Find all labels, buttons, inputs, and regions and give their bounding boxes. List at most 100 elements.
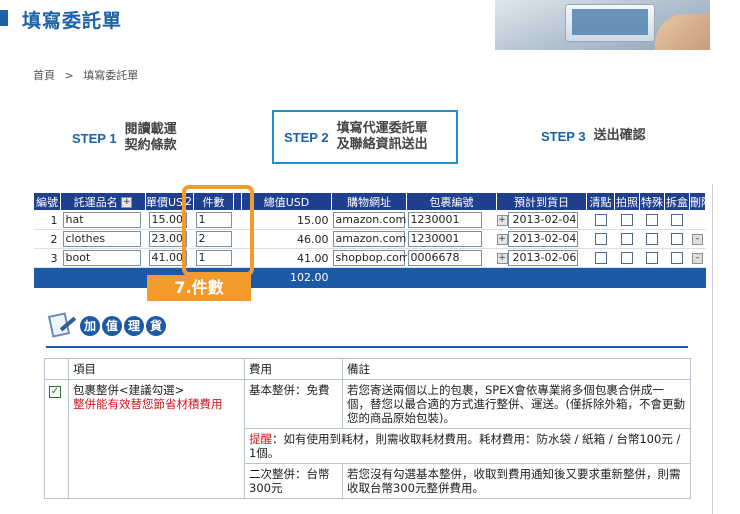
col-header-item: 託運品名 + xyxy=(60,192,146,211)
item-header-button[interactable]: + xyxy=(121,197,133,208)
row-number: 2 xyxy=(33,229,61,249)
date-picker-button[interactable]: + xyxy=(496,252,508,264)
unbox-checkbox[interactable] xyxy=(671,214,683,226)
row-number: 1 xyxy=(33,210,61,230)
breadcrumb: 首頁 > 填寫委託單 xyxy=(33,67,144,83)
grand-total-value: 102.00 xyxy=(241,267,332,288)
grand-total-row: 102.00 xyxy=(33,267,706,288)
package-number-input[interactable]: 1230001 xyxy=(407,212,482,228)
merge-item-benefit: 整併能有效替您節省材積費用 xyxy=(73,397,223,411)
special-checkbox[interactable] xyxy=(646,233,658,245)
breadcrumb-current: 填寫委託單 xyxy=(83,69,139,82)
value-added-char: 值 xyxy=(102,316,122,336)
form-pen-icon xyxy=(44,312,78,340)
service-table: 項目 費用 備註 ✓ 包裹整併<建議勾選> 整併能有效替您節省材積費用 基本整併… xyxy=(44,358,691,499)
step-2-active: STEP 2 填寫代運委託單 及聯絡資訊送出 xyxy=(272,110,458,164)
total-value: 41.00 xyxy=(241,248,332,268)
col-header-price: 單價USD xyxy=(145,192,184,211)
arrival-date-input[interactable]: 2013-02-04 xyxy=(507,212,578,228)
count-checkbox[interactable] xyxy=(594,233,607,245)
col-header-photo: 拍照 xyxy=(614,192,640,211)
photo-checkbox[interactable] xyxy=(621,233,633,245)
breadcrumb-home[interactable]: 首頁 xyxy=(33,69,55,82)
service-header-row: 項目 費用 備註 xyxy=(44,358,691,380)
laptop-image xyxy=(565,4,655,42)
unbox-checkbox[interactable] xyxy=(671,252,683,264)
date-picker-button[interactable]: + xyxy=(496,214,508,226)
delete-row-button[interactable]: - xyxy=(692,233,703,245)
basic-merge-note: 若您寄送兩個以上的包裹，SPEX會依專業將多個包裹合併成一個，替您以最合適的方式… xyxy=(342,379,691,429)
step-2-label: 填寫代運委託單 及聯絡資訊送出 xyxy=(336,121,428,152)
order-table: 編號 託運品名 + 單價USD 2 件數 總值USD 購物網址 包裹編號 預計到… xyxy=(33,192,706,288)
col-header-url: 購物網址 xyxy=(331,192,407,211)
photo-checkbox[interactable] xyxy=(621,214,633,226)
count-checkbox[interactable] xyxy=(594,214,607,226)
special-checkbox[interactable] xyxy=(646,252,658,264)
page-header: 填寫委託單 xyxy=(0,0,740,52)
col-header-no: 編號 xyxy=(33,192,61,211)
count-checkbox[interactable] xyxy=(594,252,607,264)
table-header-row: 編號 託運品名 + 單價USD 2 件數 總值USD 購物網址 包裹編號 預計到… xyxy=(33,192,706,211)
service-col-item: 項目 xyxy=(68,358,245,380)
step-1: STEP 1 閱讀載運 契約條款 xyxy=(72,122,177,154)
value-added-heading: 加 值 理 貨 xyxy=(44,312,166,340)
reminder-text: 提醒：如有使用到耗材，則需收取耗材費用。耗材費用：防水袋 / 紙箱 / 台幣10… xyxy=(244,428,691,464)
step-3-number: STEP 3 xyxy=(541,128,586,144)
col-header-total: 總值USD xyxy=(241,192,332,211)
value-added-char: 加 xyxy=(80,316,100,336)
basic-merge-fee: 基本整併：免費 xyxy=(244,379,343,429)
item-name-input[interactable]: boot xyxy=(62,250,141,266)
delete-row-button[interactable]: - xyxy=(692,252,703,264)
package-number-input[interactable]: 0006678 xyxy=(407,250,482,266)
col-header-unbox: 拆盒 xyxy=(664,192,690,211)
total-value: 15.00 xyxy=(241,210,332,230)
col-header-count: 清點 xyxy=(586,192,615,211)
hand-image xyxy=(655,14,710,50)
step-2-number: STEP 2 xyxy=(284,129,329,145)
item-name-input[interactable]: clothes xyxy=(62,231,141,247)
section-divider xyxy=(46,346,688,348)
col-header-package: 包裹編號 xyxy=(406,192,497,211)
merge-checkbox[interactable]: ✓ xyxy=(49,386,61,398)
value-added-char: 貨 xyxy=(146,316,166,336)
title-bar-accent xyxy=(0,10,8,26)
step-1-number: STEP 1 xyxy=(72,130,117,146)
second-merge-fee: 二次整併：台幣300元 xyxy=(244,463,343,499)
quantity-highlight-label: 7.件數 xyxy=(147,275,251,301)
content-border xyxy=(712,184,713,514)
table-row: 1 hat 15.00 1 15.00 amazon.com 1230001 +… xyxy=(33,210,706,230)
arrival-date-input[interactable]: 2013-02-04 xyxy=(507,231,578,247)
photo-checkbox[interactable] xyxy=(621,252,633,264)
order-table-wrap: 編號 託運品名 + 單價USD 2 件數 總值USD 購物網址 包裹編號 預計到… xyxy=(33,192,706,288)
breadcrumb-separator: > xyxy=(64,69,74,82)
value-added-char: 理 xyxy=(124,316,144,336)
step-3-label: 送出確認 xyxy=(593,128,646,143)
shop-url-input[interactable]: shopbop.com xyxy=(332,250,407,266)
step-3: STEP 3 送出確認 xyxy=(541,128,646,144)
unit-price-input[interactable]: 41.00 xyxy=(148,250,187,266)
second-merge-note: 若您沒有勾選基本整併，收取到費用通知後又要求重新整併，則需收取台幣300元整併費… xyxy=(342,463,691,499)
col-header-delete: 刪除 xyxy=(689,192,706,211)
table-row: 3 boot 41.00 1 41.00 shopbop.com 0006678… xyxy=(33,248,706,268)
total-value: 46.00 xyxy=(241,229,332,249)
date-picker-button[interactable]: + xyxy=(496,233,508,245)
service-row: ✓ 包裹整併<建議勾選> 整併能有效替您節省材積費用 基本整併：免費 若您寄送兩… xyxy=(44,379,691,499)
table-row: 2 clothes 23.00 2 46.00 amazon.com 12300… xyxy=(33,229,706,249)
item-name-input[interactable]: hat xyxy=(62,212,141,228)
shop-url-input[interactable]: amazon.com xyxy=(332,231,406,247)
header-banner-image xyxy=(495,0,710,50)
unit-price-input[interactable]: 15.00 xyxy=(148,212,187,228)
shop-url-input[interactable]: amazon.com xyxy=(332,212,406,228)
special-checkbox[interactable] xyxy=(646,214,658,226)
service-col-fee: 費用 xyxy=(244,358,343,380)
unbox-checkbox[interactable] xyxy=(671,233,683,245)
merge-item-name: 包裹整併<建議勾選> xyxy=(73,383,185,397)
arrival-date-input[interactable]: 2013-02-06 xyxy=(507,250,578,266)
page-title: 填寫委託單 xyxy=(22,10,123,32)
package-number-input[interactable]: 1230001 xyxy=(407,231,482,247)
unit-price-input[interactable]: 23.00 xyxy=(148,231,187,247)
step-1-label: 閱讀載運 契約條款 xyxy=(124,122,177,153)
service-col-note: 備註 xyxy=(342,358,691,380)
quantity-highlight-box xyxy=(182,185,254,276)
col-header-date: 預計到貨日 xyxy=(496,192,587,211)
